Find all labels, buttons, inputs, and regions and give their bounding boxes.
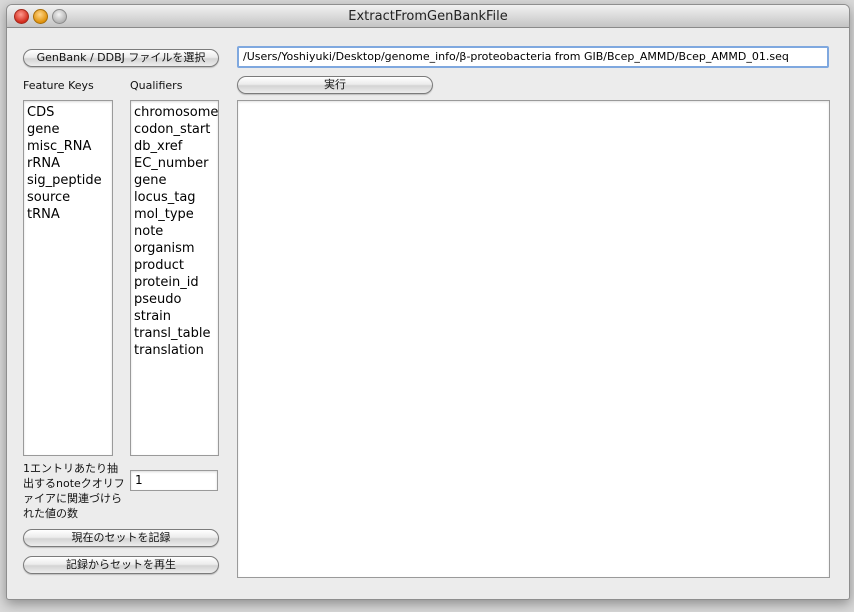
select-genbank-file-button[interactable]: GenBank / DDBJ ファイルを選択: [23, 49, 219, 67]
qualifiers-list[interactable]: chromosome codon_start db_xref EC_number…: [130, 100, 219, 456]
qualifier-item[interactable]: locus_tag: [134, 189, 218, 206]
qualifier-item[interactable]: pseudo: [134, 291, 218, 308]
qualifier-item[interactable]: translation: [134, 342, 218, 359]
qualifier-item[interactable]: protein_id: [134, 274, 218, 291]
feature-keys-list[interactable]: CDS gene misc_RNA rRNA sig_peptide sourc…: [23, 100, 113, 456]
title-bar: ExtractFromGenBankFile: [7, 5, 849, 28]
qualifier-item[interactable]: gene: [134, 172, 218, 189]
feature-key-item[interactable]: sig_peptide: [27, 172, 112, 189]
run-button[interactable]: 実行: [237, 76, 433, 94]
qualifier-item[interactable]: transl_table: [134, 325, 218, 342]
qualifier-item[interactable]: EC_number: [134, 155, 218, 172]
note-count-field[interactable]: 1: [130, 470, 218, 491]
app-window: ExtractFromGenBankFile GenBank / DDBJ ファ…: [6, 4, 850, 600]
output-text-area[interactable]: [237, 100, 830, 578]
note-count-label: 1エントリあたり抽出するnoteクオリファイアに関連づけられた値の数: [23, 462, 125, 520]
qualifier-item[interactable]: db_xref: [134, 138, 218, 155]
feature-key-item[interactable]: misc_RNA: [27, 138, 112, 155]
feature-key-item[interactable]: rRNA: [27, 155, 112, 172]
feature-keys-header: Feature Keys: [23, 79, 94, 92]
feature-key-item[interactable]: source: [27, 189, 112, 206]
feature-key-item[interactable]: CDS: [27, 104, 112, 121]
qualifiers-header: Qualifiers: [130, 79, 183, 92]
replay-set-button[interactable]: 記録からセットを再生: [23, 556, 219, 574]
feature-key-item[interactable]: tRNA: [27, 206, 112, 223]
qualifier-item[interactable]: codon_start: [134, 121, 218, 138]
qualifier-item[interactable]: chromosome: [134, 104, 218, 121]
qualifier-item[interactable]: note: [134, 223, 218, 240]
window-title: ExtractFromGenBankFile: [348, 9, 508, 24]
record-set-button[interactable]: 現在のセットを記録: [23, 529, 219, 547]
qualifier-item[interactable]: strain: [134, 308, 218, 325]
qualifier-item[interactable]: mol_type: [134, 206, 218, 223]
file-path-field[interactable]: /Users/Yoshiyuki/Desktop/genome_info/β-p…: [237, 46, 829, 68]
qualifier-item[interactable]: organism: [134, 240, 218, 257]
qualifier-item[interactable]: product: [134, 257, 218, 274]
feature-key-item[interactable]: gene: [27, 121, 112, 138]
